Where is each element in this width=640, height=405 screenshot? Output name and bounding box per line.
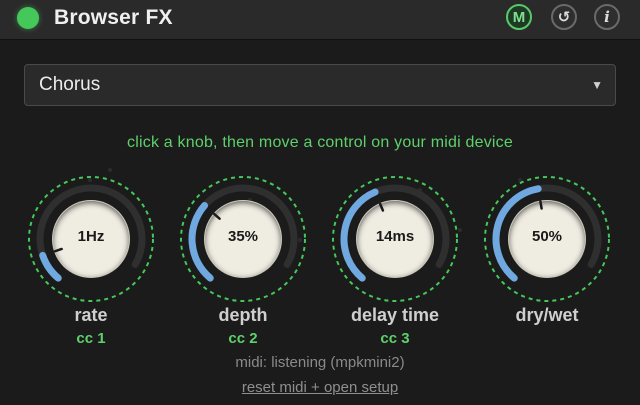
reset-icon[interactable]: ↺ (551, 4, 577, 30)
knob-label: dry/wet (515, 305, 579, 325)
midi-status: midi: listening (mpkmini2) (235, 354, 405, 371)
knob-value: 50% (531, 228, 563, 245)
knob-rate[interactable]: 1Hz (26, 174, 156, 304)
reset-midi-link[interactable]: reset midi + open setup (0, 379, 640, 396)
info-icon[interactable]: i (594, 4, 620, 30)
midi-button[interactable]: M (506, 4, 532, 30)
knob-cc-assignment: cc 3 (380, 330, 410, 347)
power-icon[interactable] (17, 7, 39, 29)
knob-depth[interactable]: 35% (178, 174, 308, 304)
knob-cc-assignment: cc 2 (228, 330, 258, 347)
knob-label: rate (74, 305, 108, 325)
knob-pointer (213, 212, 221, 220)
knob-pointer (53, 247, 63, 253)
knob-dry-wet[interactable]: 50% (482, 174, 612, 304)
knob-value: 35% (227, 228, 259, 245)
knob-value: 1Hz (77, 228, 105, 245)
effect-select[interactable]: Chorus ▼ (24, 64, 616, 106)
midi-learn-hint: click a knob, then move a control on you… (127, 134, 513, 151)
knob-value: 14ms (375, 228, 415, 245)
knob-cc-assignment: cc 1 (76, 330, 106, 347)
knob-delay-time[interactable]: 14ms (330, 174, 460, 304)
knob-label: depth (218, 305, 268, 325)
chevron-down-icon: ▼ (591, 78, 603, 92)
knob-pointer (539, 200, 543, 210)
knob-label: delay time (350, 305, 440, 325)
knob-pointer (378, 202, 385, 212)
app-title: Browser FX (54, 6, 173, 29)
effect-select-value: Chorus (39, 74, 101, 95)
title-bar: Browser FX M ↺ i (0, 0, 640, 40)
